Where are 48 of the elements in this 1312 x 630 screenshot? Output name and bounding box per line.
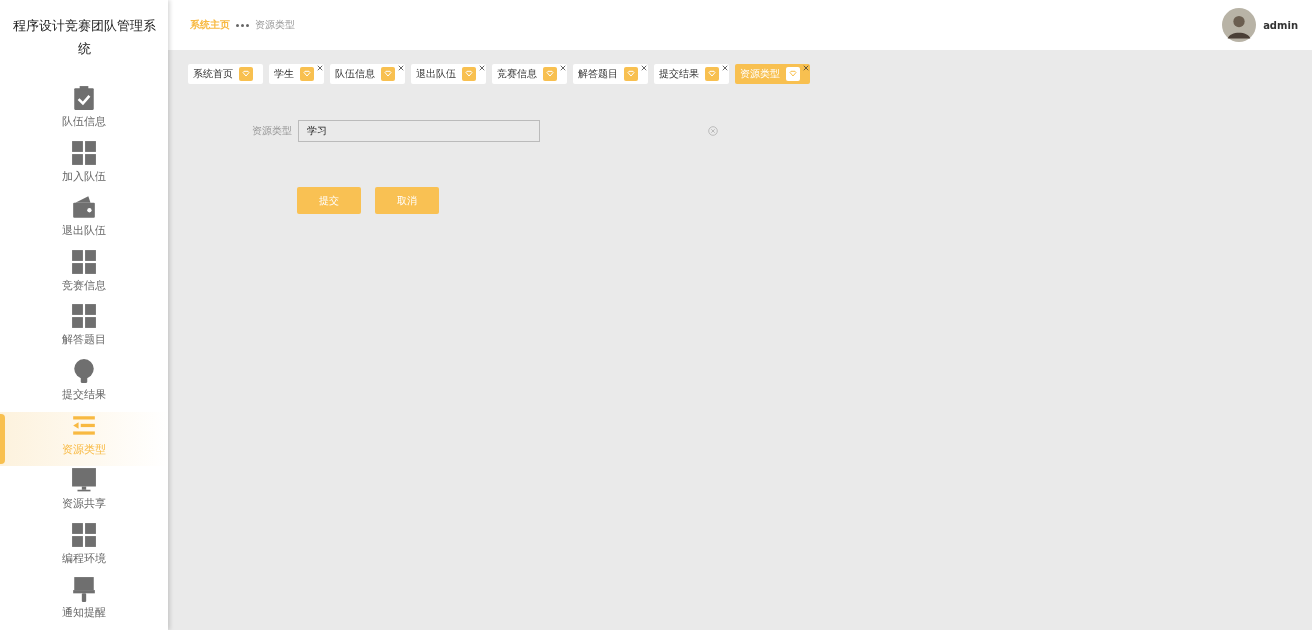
grid-icon <box>71 521 97 548</box>
sidebar-item[interactable]: 队伍信息 <box>0 84 168 139</box>
lightbulb-icon <box>71 358 97 385</box>
sidebar-item-label: 编程环境 <box>62 550 106 566</box>
sidebar-item-label: 队伍信息 <box>62 114 106 130</box>
wallet-icon <box>71 194 97 221</box>
close-icon[interactable] <box>479 65 485 71</box>
close-icon[interactable] <box>803 65 809 71</box>
field-label: 资源类型 <box>252 124 293 138</box>
sidebar-item-label: 资源类型 <box>62 441 106 457</box>
sidebar-item[interactable]: 资源共享 <box>0 466 168 521</box>
avatar-icon[interactable] <box>1222 8 1257 42</box>
monitor-icon <box>71 467 97 494</box>
grid-icon <box>71 303 97 330</box>
sidebar-item[interactable]: 解答题目 <box>0 302 168 358</box>
sidebar-item-label: 退出队伍 <box>62 223 106 239</box>
sidebar-item[interactable]: 通知提醒 <box>0 575 168 630</box>
breadcrumb-separator-icon <box>236 23 249 27</box>
sidebar-item[interactable]: 提交结果 <box>0 357 168 412</box>
sidebar-item-label: 加入队伍 <box>62 168 106 184</box>
close-icon[interactable] <box>560 65 566 71</box>
page-tab[interactable]: 退出队伍 <box>411 64 486 84</box>
sidebar-item-label: 竞赛信息 <box>62 277 106 293</box>
sidebar-item-label: 解答题目 <box>62 332 106 348</box>
page-tab[interactable]: 竞赛信息 <box>492 64 567 84</box>
sidebar-item[interactable]: 退出队伍 <box>0 193 168 248</box>
sidebar-item[interactable]: 竞赛信息 <box>0 247 168 303</box>
user-name[interactable]: admin <box>1263 19 1298 31</box>
sidebar-item-label: 通知提醒 <box>62 605 106 621</box>
sidebar-item-label: 提交结果 <box>62 387 106 403</box>
page-tab[interactable]: 系统首页 <box>188 64 263 84</box>
input-field[interactable]: 学习 <box>298 120 540 142</box>
page-tab[interactable]: 学生 <box>269 64 324 84</box>
close-icon[interactable] <box>641 65 647 71</box>
sidebar-item[interactable]: 编程环境 <box>0 520 168 576</box>
app-title: 程序设计竞赛团队管理系统 <box>11 17 157 58</box>
close-icon[interactable] <box>317 65 323 71</box>
grid-icon <box>71 139 97 166</box>
grid-icon <box>71 248 97 275</box>
close-icon[interactable] <box>398 65 404 71</box>
clipboard-check-icon <box>71 85 97 112</box>
sidebar-item[interactable]: 加入队伍 <box>0 138 168 194</box>
page-tab[interactable]: 提交结果 <box>654 64 729 84</box>
paint-brush-icon <box>71 576 97 603</box>
page-tab[interactable]: 解答题目 <box>573 64 648 84</box>
close-icon[interactable] <box>722 65 728 71</box>
sidebar-item-label: 资源共享 <box>62 496 106 512</box>
page-tab[interactable]: 队伍信息 <box>330 64 405 84</box>
